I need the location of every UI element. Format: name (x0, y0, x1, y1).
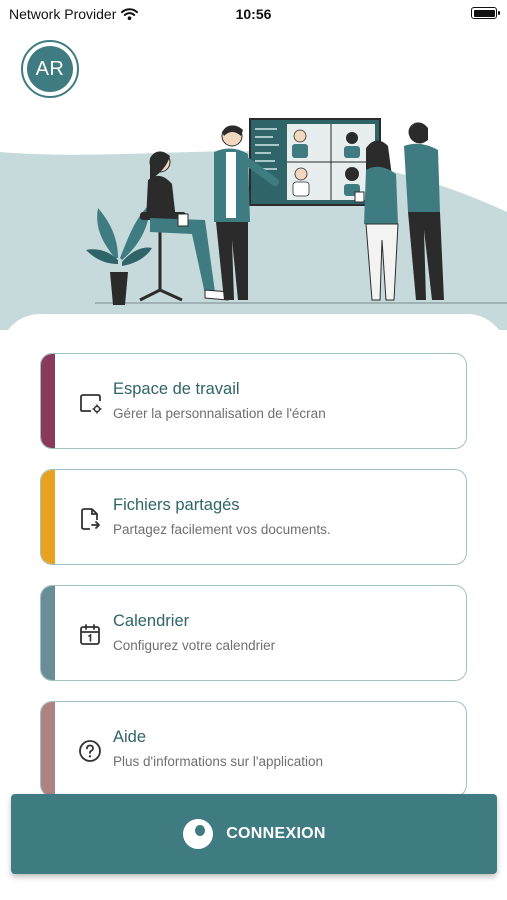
card-accent (41, 470, 55, 564)
menu-card-help[interactable]: Aide Plus d'informations sur l'applicati… (40, 701, 467, 797)
card-accent (41, 354, 55, 448)
card-subtitle: Gérer la personnalisation de l'écran (113, 406, 326, 421)
help-icon (79, 740, 101, 762)
connexion-label: CONNEXION (226, 825, 326, 842)
power-icon (183, 819, 214, 849)
menu-card-workspace[interactable]: Espace de travail Gérer la personnalisat… (40, 353, 467, 449)
screen-settings-icon (80, 394, 102, 414)
card-accent (41, 586, 55, 680)
card-title: Espace de travail (113, 380, 240, 398)
card-subtitle: Partagez facilement vos documents. (113, 522, 331, 537)
status-bar: Network Provider 10:56 (0, 0, 507, 28)
calendar-icon (80, 624, 100, 645)
card-title: Aide (113, 728, 147, 746)
card-subtitle: Plus d'informations sur l'application (113, 754, 324, 769)
card-subtitle: Configurez votre calendrier (113, 638, 276, 653)
avatar-initials: AR (27, 46, 73, 92)
file-share-icon (81, 508, 100, 530)
connexion-button[interactable]: CONNEXION (11, 794, 497, 874)
menu-card-calendar[interactable]: Calendrier Configurez votre calendrier (40, 585, 467, 681)
avatar[interactable]: AR (21, 40, 79, 98)
card-accent (41, 702, 55, 796)
card-title: Calendrier (113, 612, 190, 630)
menu-card-shared-files[interactable]: Fichiers partagés Partagez facilement vo… (40, 469, 467, 565)
battery-icon (471, 7, 500, 19)
card-title: Fichiers partagés (113, 496, 240, 514)
team-meeting-illustration (0, 118, 507, 330)
status-time: 10:56 (235, 6, 272, 22)
